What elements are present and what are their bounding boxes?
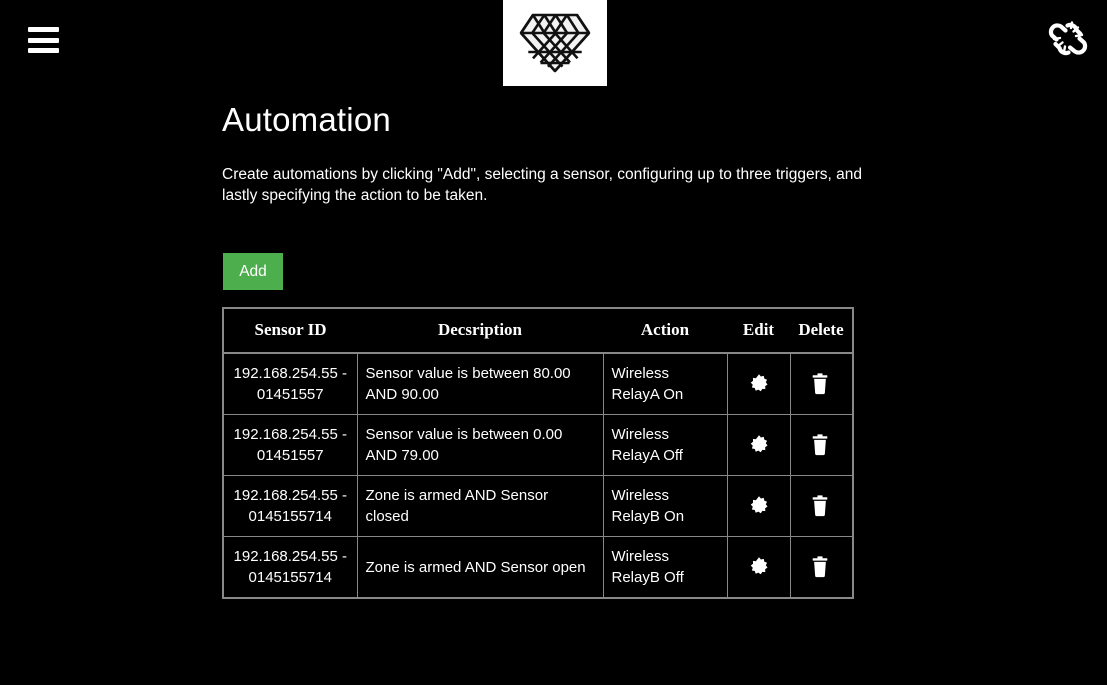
trash-icon[interactable] <box>810 373 832 395</box>
gear-icon[interactable] <box>748 495 770 517</box>
cell-action: Wireless RelayB On <box>602 475 728 537</box>
automation-table: Sensor ID Decsription Action Edit Delete… <box>222 307 854 599</box>
page-description: Create automations by clicking "Add", se… <box>222 166 862 204</box>
broken-link-icon[interactable] <box>1046 17 1090 61</box>
column-header-description: Decsription <box>357 308 603 354</box>
trash-icon[interactable] <box>810 556 832 578</box>
cell-edit <box>726 414 791 476</box>
column-header-edit: Edit <box>727 308 790 354</box>
cell-sensor-id: 192.168.254.55 - 01451557 <box>223 414 358 476</box>
cell-description: Sensor value is between 80.00 AND 90.00 <box>356 352 604 415</box>
cell-delete <box>789 414 853 476</box>
table-header: Sensor ID Decsription Action Edit Delete <box>223 308 853 354</box>
diamond-logo-icon[interactable] <box>503 0 607 86</box>
column-header-sensor-id: Sensor ID <box>223 308 357 354</box>
cell-sensor-id: 192.168.254.55 - 01451557 <box>223 352 358 415</box>
table-header-row: Sensor ID Decsription Action Edit Delete <box>223 308 853 354</box>
cell-edit <box>726 475 791 537</box>
cell-description: Sensor value is between 0.00 AND 79.00 <box>356 414 604 476</box>
gear-icon[interactable] <box>748 556 770 578</box>
table-body: 192.168.254.55 - 01451557 Sensor value is… <box>223 352 853 598</box>
trash-icon[interactable] <box>810 434 832 456</box>
page-title: Automation <box>222 101 391 138</box>
page-content: Automation Create automations by clickin… <box>222 100 1082 599</box>
table-row: 192.168.254.55 - 01451557 Sensor value is… <box>223 352 853 415</box>
cell-delete <box>789 352 853 415</box>
trash-icon[interactable] <box>810 495 832 517</box>
table-row: 192.168.254.55 - 0145155714 Zone is armed… <box>223 475 853 537</box>
cell-delete <box>789 475 853 537</box>
gear-icon[interactable] <box>748 434 770 456</box>
cell-description: Zone is armed AND Sensor closed <box>356 475 604 537</box>
hamburger-bar-1 <box>28 27 59 32</box>
top-bar <box>0 0 1107 86</box>
hamburger-bar-3 <box>28 48 59 53</box>
cell-action: Wireless RelayA On <box>602 352 728 415</box>
cell-edit <box>726 536 791 598</box>
cell-delete <box>789 536 853 598</box>
cell-edit <box>726 352 791 415</box>
gear-icon[interactable] <box>748 373 770 395</box>
cell-sensor-id: 192.168.254.55 - 0145155714 <box>223 536 358 598</box>
add-button[interactable]: Add <box>223 253 283 290</box>
cell-action: Wireless RelayA Off <box>602 414 728 476</box>
hamburger-menu-icon[interactable] <box>28 27 59 53</box>
table-row: 192.168.254.55 - 0145155714 Zone is armed… <box>223 536 853 598</box>
cell-sensor-id: 192.168.254.55 - 0145155714 <box>223 475 358 537</box>
cell-action: Wireless RelayB Off <box>602 536 728 598</box>
column-header-action: Action <box>603 308 727 354</box>
hamburger-bar-2 <box>28 37 59 43</box>
cell-description: Zone is armed AND Sensor open <box>356 536 604 598</box>
table-row: 192.168.254.55 - 01451557 Sensor value is… <box>223 414 853 476</box>
column-header-delete: Delete <box>790 308 853 354</box>
